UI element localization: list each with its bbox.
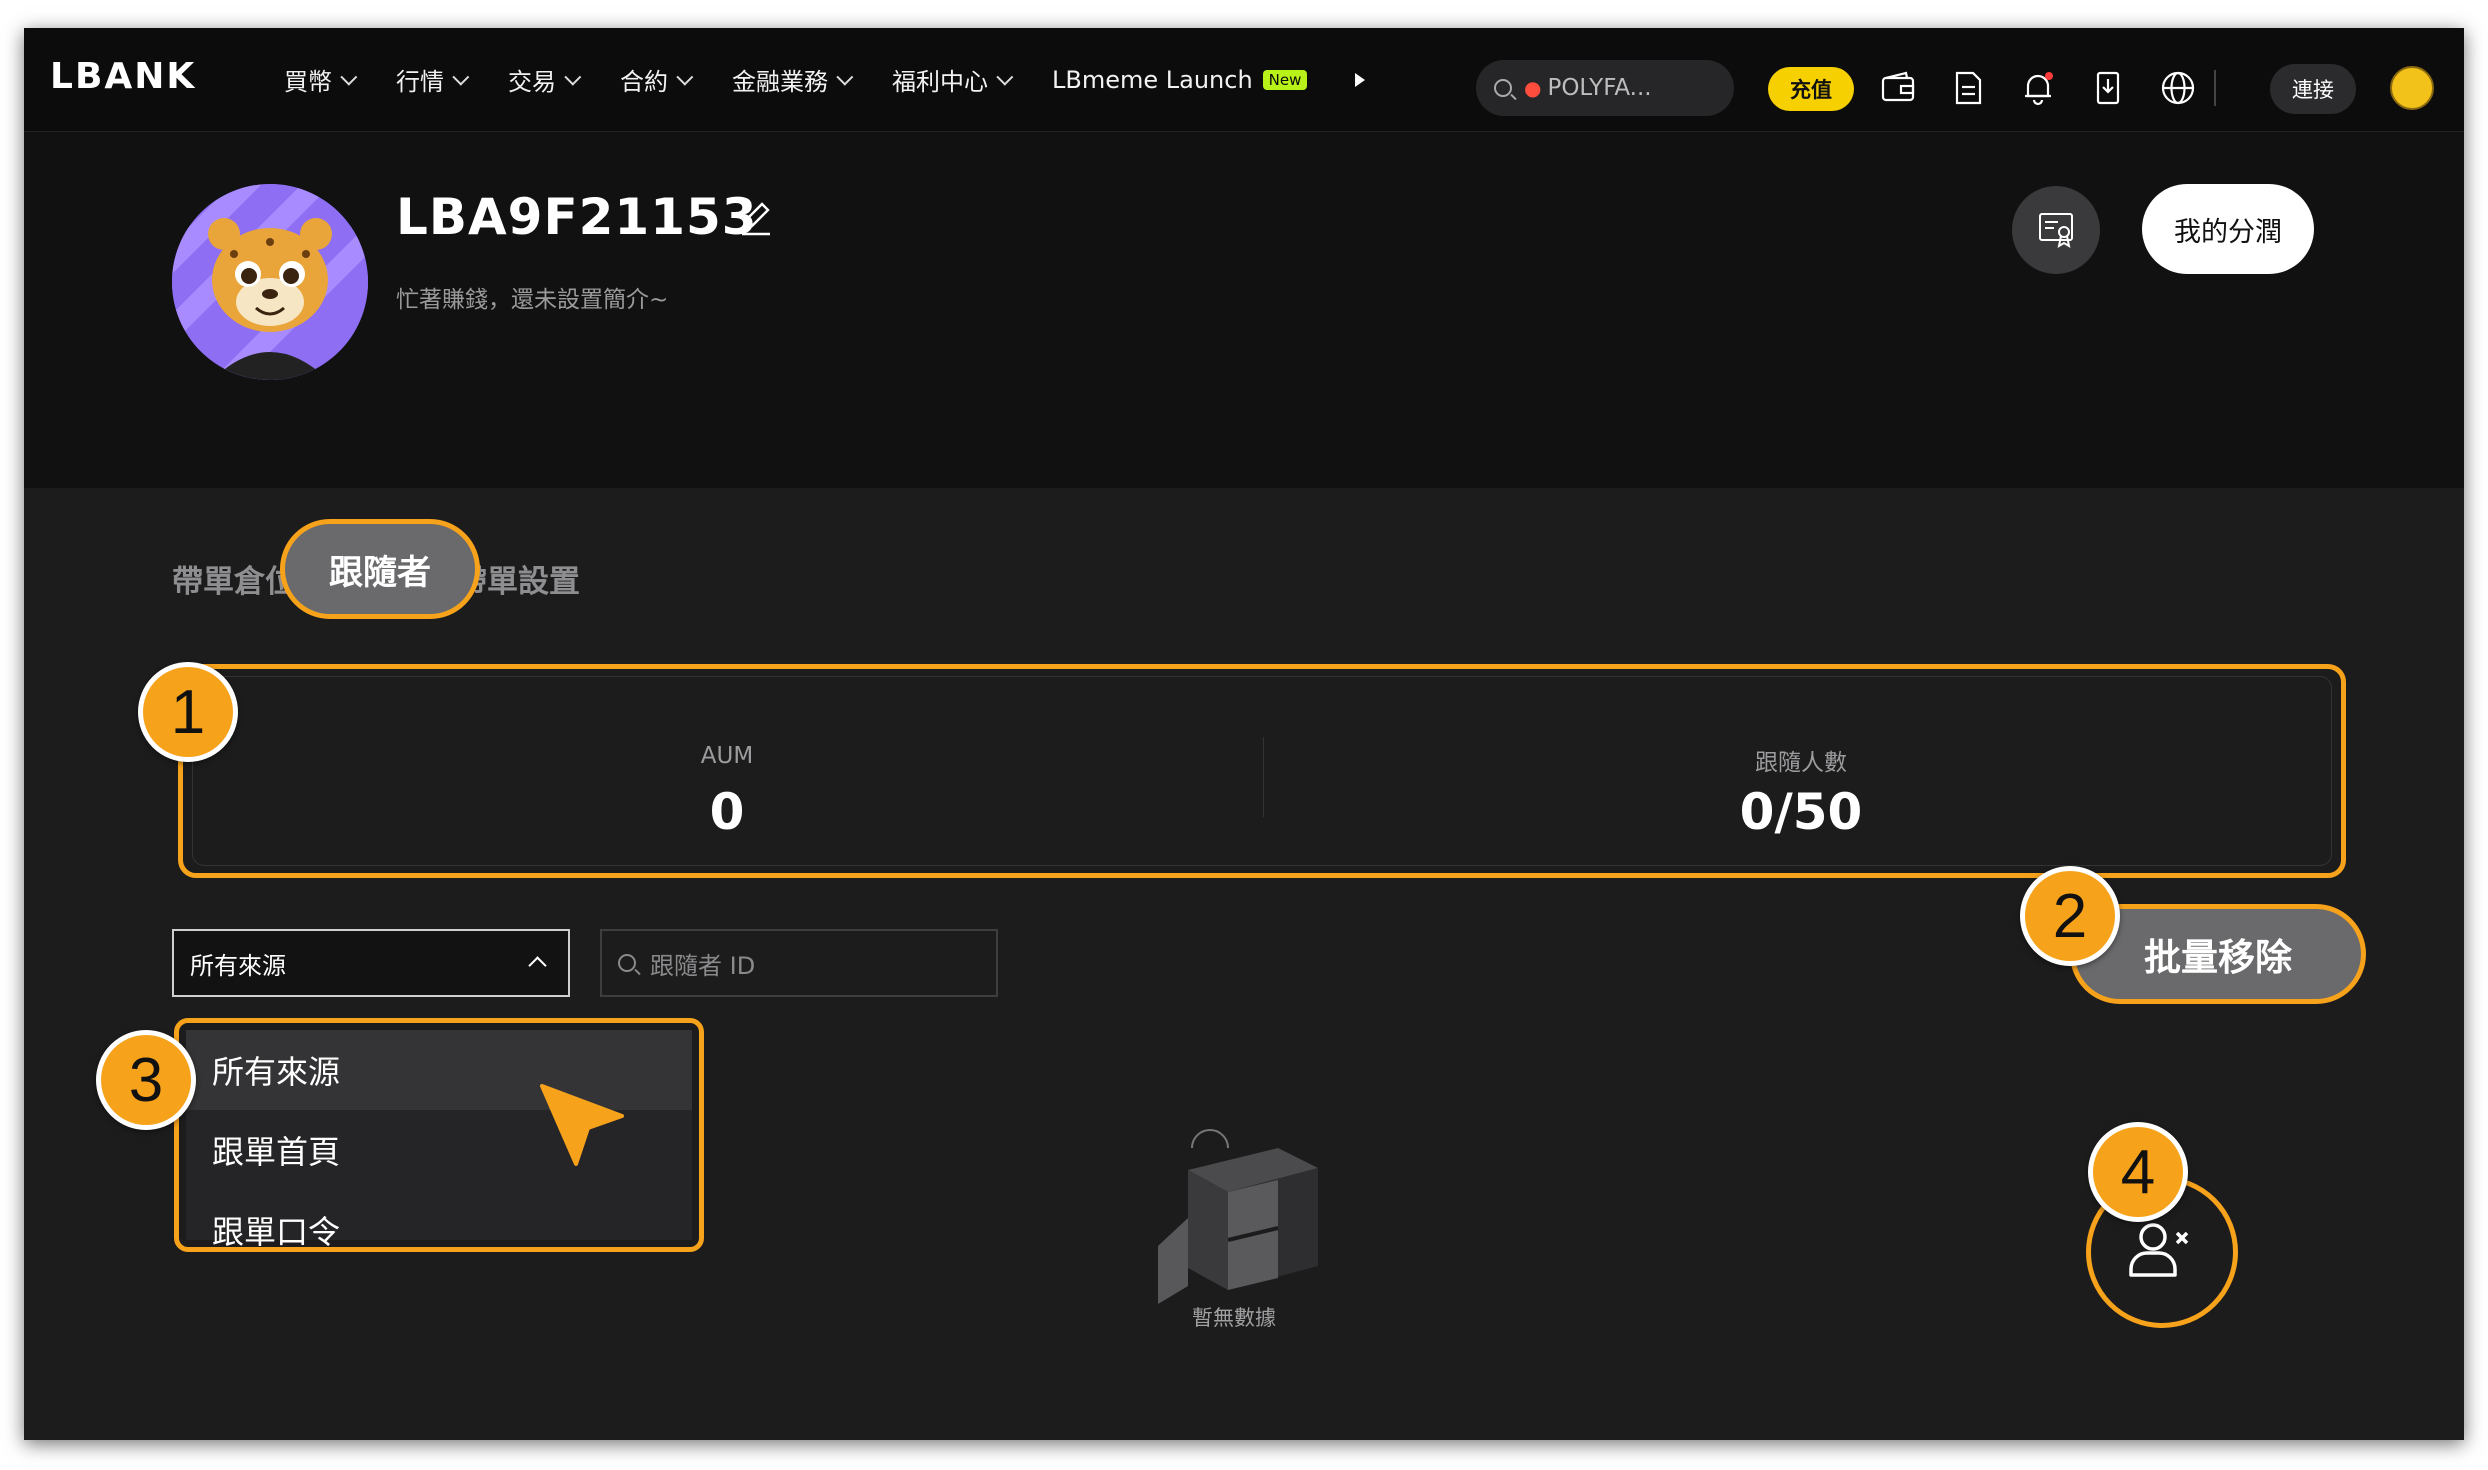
- source-dropdown[interactable]: 所有來源: [172, 929, 570, 997]
- tab-followers[interactable]: 跟隨者: [280, 519, 480, 619]
- certificate-icon: [2039, 213, 2073, 249]
- nav-item-label: LBmeme Launch: [1052, 65, 1253, 94]
- nav-item-label: 福利中心: [892, 68, 988, 96]
- chevron-down-icon: [996, 68, 1014, 86]
- globe-icon[interactable]: [2160, 70, 2196, 106]
- step-marker-4: 4: [2088, 1122, 2188, 1222]
- follower-id-search[interactable]: 跟隨者 ID: [600, 929, 998, 997]
- my-profit-share-button[interactable]: 我的分潤: [2142, 184, 2314, 274]
- chevron-down-icon: [836, 68, 854, 86]
- deposit-button[interactable]: 充值: [1768, 67, 1854, 111]
- global-search[interactable]: ● POLYFA...: [1476, 60, 1734, 116]
- orders-icon[interactable]: [1950, 70, 1986, 106]
- chevron-up-icon: [528, 956, 547, 975]
- chevron-down-icon: [340, 68, 358, 86]
- bell-icon[interactable]: [2020, 70, 2056, 106]
- lbank-logo[interactable]: LBANK: [50, 56, 196, 97]
- search-icon: [618, 954, 636, 972]
- download-icon[interactable]: [2090, 70, 2126, 106]
- nav-item-label: 行情: [396, 68, 444, 96]
- avatar: [172, 184, 368, 380]
- step-marker-1: 1: [138, 662, 238, 762]
- step-marker-2: 2: [2020, 866, 2120, 966]
- nav-item-trade[interactable]: 交易: [508, 62, 582, 97]
- certificate-button[interactable]: [2012, 186, 2100, 274]
- new-badge: New: [1262, 69, 1308, 90]
- search-text: POLYFA...: [1547, 75, 1652, 101]
- nav-item-label: 合約: [620, 68, 668, 96]
- nav-item-markets[interactable]: 行情: [396, 62, 470, 97]
- nav-more-arrow-icon[interactable]: [1355, 72, 1366, 87]
- empty-box-icon: [1158, 1129, 1318, 1304]
- wallet-icon[interactable]: [1880, 70, 1916, 106]
- app-window: LBANK 買幣 行情 交易 合約 金融業務 福利中心 LBmeme Launc…: [24, 28, 2464, 1440]
- nav-item-buy[interactable]: 買幣: [284, 62, 358, 97]
- search-placeholder: 跟隨者 ID: [650, 951, 756, 980]
- nav-item-finance[interactable]: 金融業務: [732, 62, 854, 97]
- fire-icon: ●: [1524, 76, 1542, 100]
- empty-state-text: 暫無數據: [1192, 1306, 1276, 1330]
- nav-item-lbmeme[interactable]: LBmeme Launch New: [1052, 65, 1308, 94]
- chevron-down-icon: [676, 68, 694, 86]
- nav-item-futures[interactable]: 合約: [620, 62, 694, 97]
- source-dropdown-value: 所有來源: [190, 951, 286, 980]
- pointer-cursor-icon: [540, 1084, 624, 1166]
- nav-item-label: 金融業務: [732, 68, 828, 96]
- edit-icon[interactable]: [736, 198, 776, 238]
- connect-button[interactable]: 連接: [2270, 64, 2356, 114]
- username: LBA9F21153: [396, 188, 758, 246]
- user-avatar-icon[interactable]: [2390, 66, 2434, 110]
- main-menu: 買幣 行情 交易 合約 金融業務 福利中心 LBmeme Launch New: [284, 28, 1366, 131]
- search-icon: [1494, 79, 1512, 97]
- stats-highlight: [178, 664, 2346, 878]
- nav-divider: [2214, 70, 2216, 106]
- step-marker-3: 3: [96, 1030, 196, 1130]
- chevron-down-icon: [452, 68, 470, 86]
- top-nav: LBANK 買幣 行情 交易 合約 金融業務 福利中心 LBmeme Launc…: [24, 28, 2464, 132]
- chevron-down-icon: [564, 68, 582, 86]
- nav-item-rewards[interactable]: 福利中心: [892, 62, 1014, 97]
- tab-lead-positions[interactable]: 帶單倉位: [172, 556, 296, 601]
- nav-item-label: 買幣: [284, 68, 332, 96]
- profile-header: LBA9F21153 忙著賺錢，還未設置簡介~ 我的分潤: [24, 132, 2464, 488]
- profile-bio: 忙著賺錢，還未設置簡介~: [396, 287, 669, 313]
- nav-item-label: 交易: [508, 68, 556, 96]
